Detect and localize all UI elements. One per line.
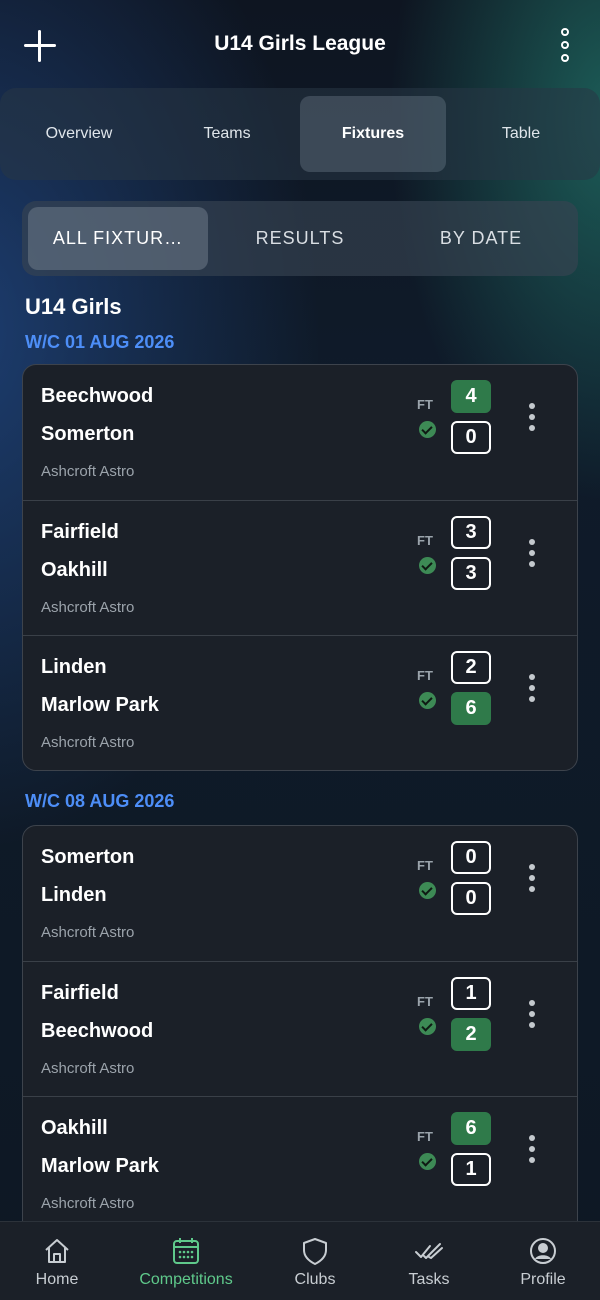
nav-label: Clubs [294, 1271, 336, 1288]
home-team: Beechwood [41, 385, 154, 407]
week-label: W/C 01 AUG 2026 [25, 332, 175, 352]
home-score: 1 [451, 977, 491, 1010]
fixture-row[interactable]: Fairfield Beechwood Ashcroft Astro FT 1 … [23, 961, 577, 1096]
venue: Ashcroft Astro [41, 734, 135, 751]
nav-label: Competitions [139, 1271, 233, 1288]
home-team: Fairfield [41, 982, 119, 1004]
nav-competitions[interactable]: Competitions [126, 1222, 246, 1300]
fixture-row[interactable]: Beechwood Somerton Ashcroft Astro FT 4 0 [23, 365, 577, 500]
double-check-icon [414, 1236, 444, 1266]
home-score: 6 [451, 1112, 491, 1145]
fixture-row[interactable]: Linden Marlow Park Ashcroft Astro FT 2 6 [23, 635, 577, 770]
fixture-row[interactable]: Fairfield Oakhill Ashcroft Astro FT 3 3 [23, 500, 577, 635]
tab-fixtures[interactable]: Fixtures [300, 96, 446, 172]
nav-clubs[interactable]: Clubs [255, 1222, 375, 1300]
segment-all-fixtures[interactable]: ALL FIXTUR… [28, 207, 208, 270]
check-circle-icon [419, 692, 436, 709]
away-score: 6 [451, 692, 491, 725]
away-team: Beechwood [41, 1020, 154, 1042]
home-score: 3 [451, 516, 491, 549]
page-title: U14 Girls League [214, 32, 386, 55]
calendar-icon [171, 1236, 201, 1266]
segment-by-date[interactable]: BY DATE [391, 207, 571, 270]
check-circle-icon [419, 557, 436, 574]
nav-label: Profile [520, 1271, 566, 1288]
away-score: 0 [451, 882, 491, 915]
tab-overview[interactable]: Overview [6, 96, 152, 172]
venue: Ashcroft Astro [41, 463, 135, 480]
nav-profile[interactable]: Profile [483, 1222, 600, 1300]
fixture-more-icon[interactable] [527, 864, 537, 894]
home-score: 2 [451, 651, 491, 684]
tab-teams[interactable]: Teams [154, 96, 300, 172]
venue: Ashcroft Astro [41, 924, 135, 941]
venue: Ashcroft Astro [41, 1195, 135, 1212]
away-team: Marlow Park [41, 694, 159, 716]
shield-icon [300, 1236, 330, 1266]
tab-table[interactable]: Table [448, 96, 594, 172]
app-root: U14 Girls League Overview Teams Fixtures… [0, 0, 600, 1300]
away-score: 1 [451, 1153, 491, 1186]
nav-label: Home [35, 1271, 79, 1288]
away-team: Linden [41, 884, 107, 906]
competition-name: U14 Girls [25, 294, 122, 319]
venue: Ashcroft Astro [41, 599, 135, 616]
home-icon [42, 1236, 72, 1266]
nav-label: Tasks [408, 1271, 450, 1288]
venue: Ashcroft Astro [41, 1060, 135, 1077]
match-status: FT [417, 858, 433, 873]
home-team: Linden [41, 656, 107, 678]
match-status: FT [417, 1129, 433, 1144]
match-status: FT [417, 397, 433, 412]
segment-results[interactable]: RESULTS [210, 207, 390, 270]
fixture-more-icon[interactable] [527, 539, 537, 569]
away-score: 3 [451, 557, 491, 590]
tab-bar: Overview Teams Fixtures Table [0, 88, 600, 180]
away-score: 0 [451, 421, 491, 454]
fixture-more-icon[interactable] [527, 1000, 537, 1030]
fixture-card: Somerton Linden Ashcroft Astro FT 0 0 Fa… [22, 825, 578, 1245]
home-team: Oakhill [41, 1117, 108, 1139]
nav-home[interactable]: Home [0, 1222, 117, 1300]
match-status: FT [417, 668, 433, 683]
check-circle-icon [419, 1153, 436, 1170]
away-team: Marlow Park [41, 1155, 159, 1177]
match-status: FT [417, 994, 433, 1009]
app-header: U14 Girls League [0, 0, 600, 90]
bottom-navigation: Home Competitions Clubs Tasks Profile [0, 1221, 600, 1300]
away-team: Oakhill [41, 559, 108, 581]
more-options-icon[interactable] [558, 28, 574, 62]
home-team: Somerton [41, 846, 135, 868]
fixture-row[interactable]: Somerton Linden Ashcroft Astro FT 0 0 [23, 826, 577, 961]
fixture-card: Beechwood Somerton Ashcroft Astro FT 4 0… [22, 364, 578, 771]
away-team: Somerton [41, 423, 135, 445]
fixture-row[interactable]: Oakhill Marlow Park Ashcroft Astro FT 6 … [23, 1096, 577, 1231]
check-circle-icon [419, 421, 436, 438]
away-score: 2 [451, 1018, 491, 1051]
check-circle-icon [419, 1018, 436, 1035]
home-team: Fairfield [41, 521, 119, 543]
check-circle-icon [419, 882, 436, 899]
profile-icon [528, 1236, 558, 1266]
nav-tasks[interactable]: Tasks [369, 1222, 489, 1300]
home-score: 0 [451, 841, 491, 874]
match-status: FT [417, 533, 433, 548]
fixture-more-icon[interactable] [527, 1135, 537, 1165]
fixture-more-icon[interactable] [527, 403, 537, 433]
fixture-more-icon[interactable] [527, 674, 537, 704]
week-label: W/C 08 AUG 2026 [25, 791, 175, 811]
fixture-filter-segments: ALL FIXTUR… RESULTS BY DATE [22, 201, 578, 276]
home-score: 4 [451, 380, 491, 413]
